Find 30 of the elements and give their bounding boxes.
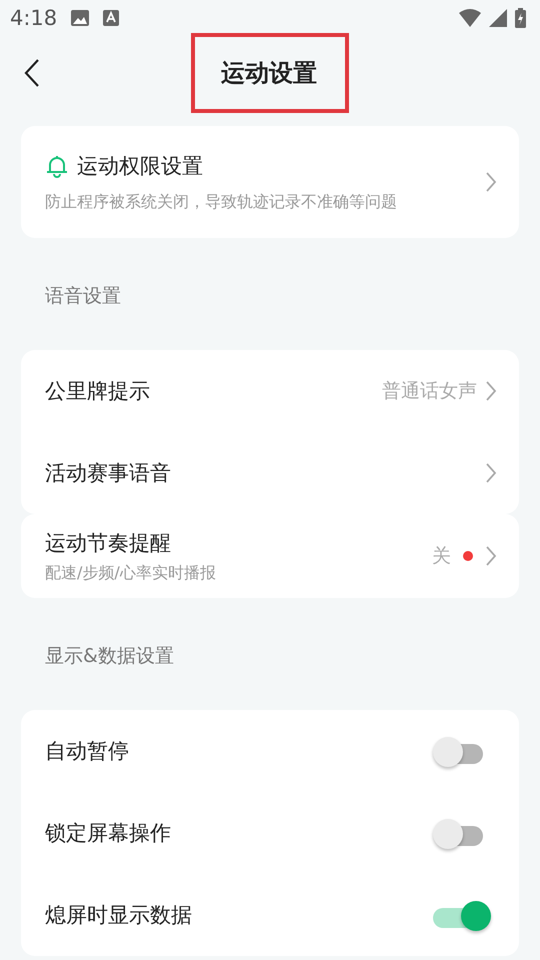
back-icon[interactable]: [22, 58, 42, 88]
chevron-icon: [485, 171, 497, 193]
wifi-icon: [459, 9, 481, 27]
font-icon: [103, 10, 120, 26]
setting-title: 活动赛事语音: [45, 460, 171, 487]
chevron-icon: [485, 380, 497, 402]
setting-title: 公里牌提示: [45, 378, 150, 405]
setting-description: 防止程序被系统关闭，导致轨迹记录不准确等问题: [45, 192, 398, 212]
settings-row[interactable]: 运动权限设置 防止程序被系统关闭，导致轨迹记录不准确等问题: [21, 126, 519, 238]
settings-row[interactable]: 运动节奏提醒 配速/步频/心率实时播报 关: [21, 514, 519, 598]
setting-description: 配速/步频/心率实时播报: [45, 562, 217, 584]
chevron-icon: [485, 462, 497, 484]
page-title: 运动设置: [191, 33, 349, 113]
setting-title: 熄屏时显示数据: [45, 902, 193, 929]
setting-value: 普通话女声: [382, 379, 477, 404]
section-label: 语音设置: [44, 284, 122, 309]
setting-title: 自动暂停: [45, 738, 130, 765]
chevron-icon: [485, 545, 497, 567]
setting-title: 锁定屏幕操作: [45, 820, 172, 847]
image-icon: [71, 10, 90, 26]
section-label: 显示&数据设置: [44, 644, 175, 669]
signal-icon: [489, 9, 507, 27]
setting-value: 关: [432, 544, 451, 569]
status-time: 4:18: [10, 6, 58, 30]
bell-icon: [45, 154, 69, 178]
setting-title: 运动节奏提醒: [45, 530, 171, 556]
battery-icon: [515, 8, 526, 28]
settings-row[interactable]: 活动赛事语音: [21, 432, 519, 514]
settings-row[interactable]: 公里牌提示 普通话女声: [21, 350, 519, 432]
setting-title: 运动权限设置: [77, 152, 203, 180]
